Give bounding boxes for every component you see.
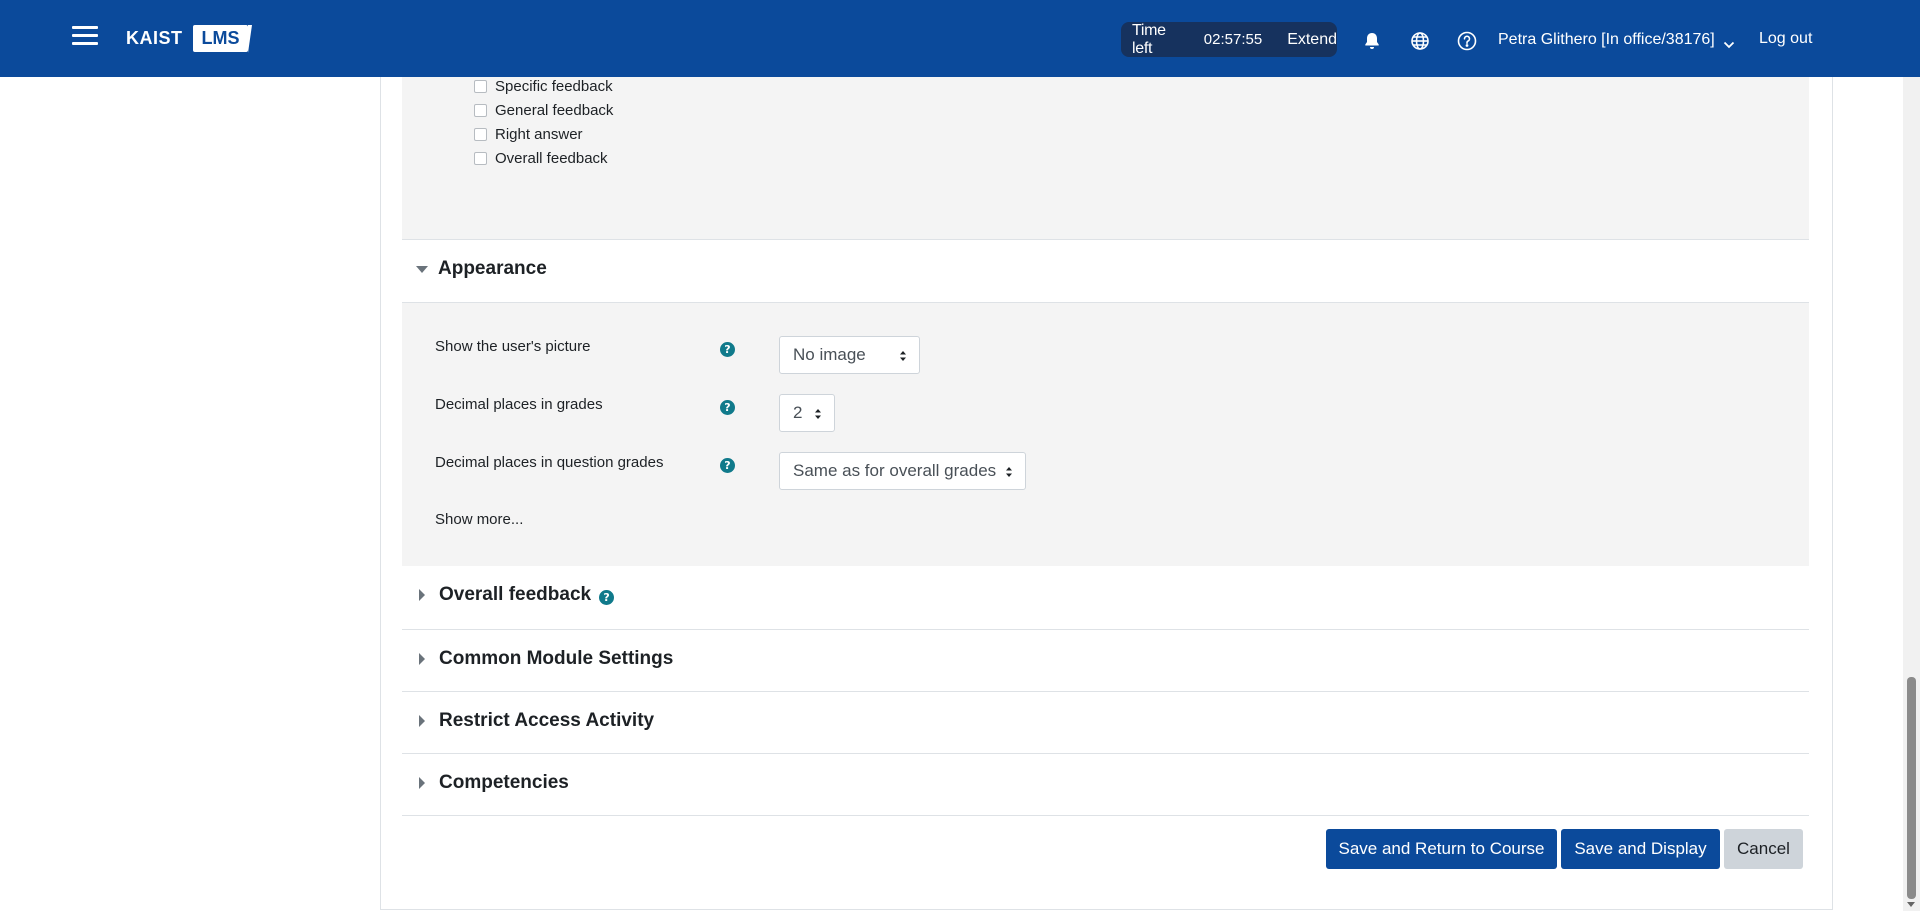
checkbox-label: General feedback (495, 102, 614, 119)
globe-icon[interactable] (1410, 31, 1430, 51)
section-title: Restrict Access Activity (439, 710, 655, 731)
top-navbar: KAIST LMS Time left 02:57:55 Extend Petr… (0, 0, 1920, 77)
help-circle-icon[interactable] (1457, 31, 1477, 51)
overall-feedback-checkbox[interactable] (474, 152, 487, 165)
select-value: Same as for overall grades (793, 461, 997, 480)
section-divider (402, 691, 1809, 692)
select-value: No image (793, 345, 866, 364)
field-label: Decimal places in question grades (435, 454, 664, 471)
caret-right-icon (419, 589, 425, 601)
section-divider (402, 629, 1809, 630)
section-header-restrict-access[interactable]: Restrict Access Activity (402, 710, 1809, 732)
logo-text: KAIST (126, 27, 183, 48)
field-label: Show the user's picture (435, 338, 591, 355)
chevron-down-icon (1723, 36, 1735, 49)
section-title: Overall feedback (439, 584, 592, 605)
scrollbar-thumb[interactable] (1907, 677, 1916, 899)
help-icon[interactable]: ? (720, 458, 735, 473)
save-and-return-button[interactable]: Save and Return to Course (1326, 829, 1557, 869)
scroll-down-arrow-icon[interactable] (1907, 902, 1915, 907)
section-header-overall-feedback[interactable]: Overall feedback ? (402, 584, 1809, 606)
checkbox-label: Overall feedback (495, 150, 608, 167)
appearance-panel (402, 302, 1809, 566)
caret-down-icon (416, 265, 428, 273)
specific-feedback-checkbox[interactable] (474, 80, 487, 93)
section-header-competencies[interactable]: Competencies (402, 772, 1809, 794)
user-menu[interactable]: Petra Glithero [In office/38176] (1498, 31, 1735, 49)
user-picture-select[interactable]: No image (779, 336, 920, 374)
help-icon[interactable]: ? (720, 342, 735, 357)
checkbox-row[interactable]: Overall feedback (474, 150, 608, 167)
select-arrows-icon (815, 409, 821, 419)
checkbox-row[interactable]: Specific feedback (474, 78, 613, 95)
section-title: Appearance (438, 258, 547, 279)
field-label: Decimal places in grades (435, 396, 603, 413)
quiz-timer: Time left 02:57:55 Extend (1121, 22, 1337, 57)
right-answer-checkbox[interactable] (474, 128, 487, 141)
save-and-display-button[interactable]: Save and Display (1561, 829, 1720, 869)
select-arrows-icon (900, 351, 906, 361)
section-header-common-module-settings[interactable]: Common Module Settings (402, 648, 1809, 670)
help-icon[interactable]: ? (720, 400, 735, 415)
select-value: 2 (793, 403, 803, 422)
checkbox-row[interactable]: Right answer (474, 126, 583, 143)
caret-right-icon (419, 653, 425, 665)
user-name: Petra Glithero [In office/38176] (1498, 31, 1715, 48)
checkbox-row[interactable]: General feedback (474, 102, 613, 119)
timer-label: Time left (1132, 21, 1166, 57)
checkbox-label: Specific feedback (495, 78, 613, 95)
hamburger-menu-icon[interactable] (72, 26, 98, 48)
question-decimal-places-select[interactable]: Same as for overall grades (779, 452, 1026, 490)
timer-value: 02:57:55 (1203, 31, 1263, 48)
section-title: Common Module Settings (439, 648, 674, 669)
select-arrows-icon (1006, 467, 1012, 477)
logout-link[interactable]: Log out (1759, 30, 1812, 48)
section-title: Competencies (439, 772, 569, 793)
extend-button[interactable]: Extend (1287, 31, 1337, 49)
cancel-button[interactable]: Cancel (1724, 829, 1803, 869)
section-divider (402, 815, 1809, 816)
section-divider (402, 753, 1809, 754)
general-feedback-checkbox[interactable] (474, 104, 487, 117)
caret-right-icon (419, 715, 425, 727)
logo-badge: LMS (192, 24, 252, 53)
page-scrollbar[interactable] (1903, 77, 1920, 911)
site-logo[interactable]: KAIST LMS (126, 22, 252, 54)
decimal-places-select[interactable]: 2 (779, 394, 835, 432)
checkbox-label: Right answer (495, 126, 583, 143)
show-more-link[interactable]: Show more... (435, 511, 523, 528)
help-icon[interactable]: ? (599, 589, 615, 605)
section-header-appearance[interactable]: Appearance (402, 258, 1809, 280)
caret-right-icon (419, 777, 425, 789)
bell-icon[interactable] (1362, 31, 1382, 51)
